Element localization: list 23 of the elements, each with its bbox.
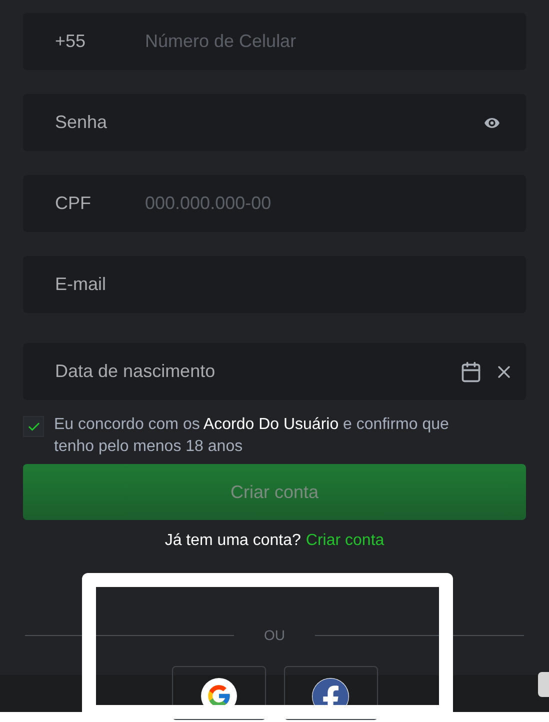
field-input[interactable]: E-mail [55,271,514,298]
login-prompt: Já tem uma conta? [164,531,301,551]
field-prefix: CPF [55,192,92,215]
field-input[interactable]: Data de nascimento [55,358,460,385]
input-field[interactable]: E-mail [23,256,526,313]
check-icon [26,420,40,434]
login-link[interactable]: Criar conta [306,529,384,553]
agreement-link[interactable]: Acordo Do Usuário [203,416,339,433]
input-field[interactable]: +55 Número de Celular [23,13,526,70]
facebook-button[interactable] [284,666,378,720]
field-input[interactable]: Número de Celular [145,28,514,55]
field-input[interactable]: 000.000.000-00 [145,190,514,217]
field-input[interactable]: Senha [55,109,482,136]
field-prefix: +55 [55,30,87,53]
input-field[interactable]: Senha [23,94,526,151]
checkbox[interactable] [23,416,44,437]
google-button[interactable] [172,666,266,720]
input-field[interactable]: Data de nascimento [23,343,526,400]
agreement-text: Eu concordo com os Acordo Do Usuário e confirmo que tenho pelo menos 18 anos [54,415,450,457]
calendar-icon[interactable] [460,360,482,382]
scroll-tab[interactable] [538,672,549,697]
divider-label: OU [263,626,286,645]
input-field[interactable]: CPF 000.000.000-00 [23,175,526,232]
